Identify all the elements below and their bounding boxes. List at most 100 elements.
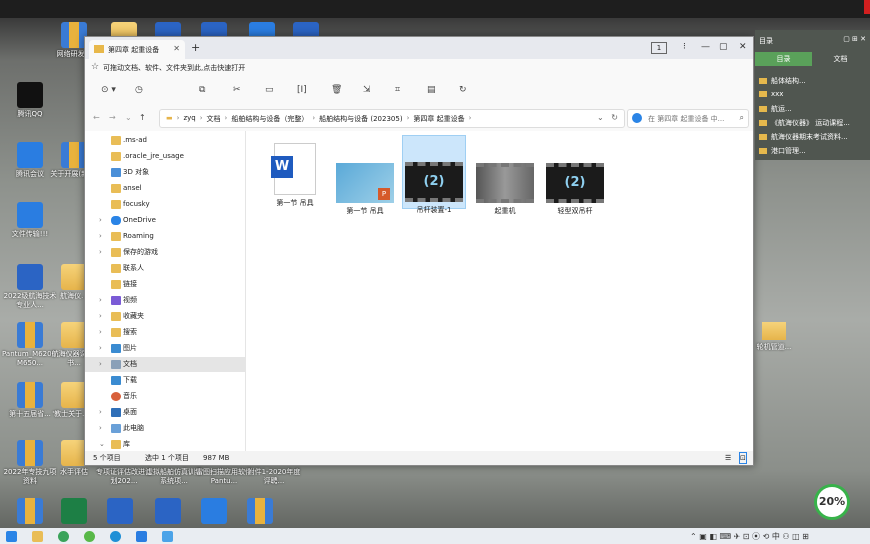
app-icon[interactable] <box>84 531 95 542</box>
sidebar-item[interactable]: 链接 <box>85 277 245 292</box>
search-input[interactable] <box>646 112 738 126</box>
sidebar-item[interactable]: 3D 对象 <box>85 165 245 180</box>
progress-badge[interactable]: 20% <box>814 484 850 520</box>
refresh-icon[interactable]: ↻ <box>459 85 467 95</box>
tab-current-folder[interactable]: 第四章 起重设备 ✕ <box>89 40 185 59</box>
maximize-button[interactable]: ▢ <box>719 42 728 52</box>
cut-icon[interactable]: ✂ <box>233 85 241 95</box>
forward-button[interactable]: → <box>109 113 116 122</box>
file-item[interactable]: (2) 轻型双吊杆 <box>542 139 608 216</box>
browser-icon[interactable] <box>58 531 69 542</box>
sidebar-item[interactable]: › 此电脑 <box>85 421 245 436</box>
panel-item[interactable]: 航海仪器期末考试资料... <box>759 132 848 142</box>
thumbnail-view-icon[interactable]: ⊡ <box>739 452 747 464</box>
item-count: 5 个项目 <box>93 454 121 462</box>
sidebar-item[interactable]: › OneDrive <box>85 213 245 228</box>
file-item[interactable]: W 第一节 吊具 <box>262 139 328 208</box>
more-options-icon[interactable]: ⊙ ▾ <box>101 85 116 95</box>
desktop-icon[interactable]: 文件传输!!! <box>2 202 58 239</box>
panel-item[interactable]: 港口管理... <box>759 146 806 156</box>
meeting-icon <box>17 142 43 168</box>
selected-size: 987 MB <box>203 454 230 462</box>
file-item[interactable]: P 第一节 吊具 <box>332 139 398 216</box>
tab-documents[interactable]: 文档 <box>812 52 869 66</box>
panel-item[interactable]: 航运... <box>759 104 792 114</box>
share-icon[interactable]: ⇲ <box>363 85 371 95</box>
folder-icon: ▬ <box>166 114 173 122</box>
start-icon[interactable] <box>6 531 17 542</box>
panel-item[interactable]: 《航海仪器》 运动课程... <box>759 118 850 128</box>
breadcrumb-item[interactable]: zyq <box>183 114 195 124</box>
sidebar-item[interactable]: focusky <box>85 197 245 212</box>
panel-controls[interactable]: ▢ ⊞ ✕ <box>843 35 866 43</box>
sidebar-item[interactable]: › 搜索 <box>85 325 245 340</box>
file-view: W 第一节 吊具 P 第一节 吊具 (2) 吊杆装置-1 起重机 (2) 轻型双… <box>246 131 753 451</box>
breadcrumb-item[interactable]: 第四章 起重设备 <box>413 114 464 124</box>
address-bar[interactable]: ▬ › zyq › 文档 › 船舶结构与设备（完整） › 船舶结构与设备 (20230… <box>159 109 625 128</box>
delete-icon[interactable]: 🗑 <box>331 85 342 95</box>
sidebar-item-documents[interactable]: › 文档 <box>85 357 245 372</box>
sidebar-item[interactable]: › 图片 <box>85 341 245 356</box>
sidebar-item[interactable]: .ms-ad <box>85 133 245 148</box>
breadcrumb-item[interactable]: 文档 <box>207 114 221 124</box>
new-tab-button[interactable]: + <box>191 41 200 54</box>
settings-icon[interactable]: ⁝ <box>683 42 686 52</box>
sidebar-item[interactable]: › Roaming <box>85 229 245 244</box>
cloud-icon <box>111 216 121 225</box>
excel-icon <box>61 498 87 524</box>
folder-icon <box>111 152 121 161</box>
archive-icon <box>17 382 43 408</box>
panel-item[interactable]: 船体结构... <box>759 76 806 86</box>
sidebar-item[interactable]: › 视频 <box>85 293 245 308</box>
details-view-icon[interactable]: ☰ <box>725 451 731 465</box>
paste-icon[interactable]: ▭ <box>265 85 274 95</box>
breadcrumb-item[interactable]: 船舶结构与设备 (202305) <box>319 114 402 124</box>
sidebar-item[interactable]: › 桌面 <box>85 405 245 420</box>
tray-icons[interactable]: ⌃ ▣ ◧ ⌨ ✈ ⊡ ⦿ ⟲ 中 ⚇ ◫ ⊞ <box>690 531 809 542</box>
breadcrumb: ▬ › zyq › 文档 › 船舶结构与设备（完整） › 船舶结构与设备 (20230… <box>166 114 472 124</box>
desktop-icon[interactable]: 轮机管道... <box>755 322 793 352</box>
folder-icon <box>111 280 121 289</box>
rename-icon[interactable]: [I] <box>297 85 307 95</box>
desktop-icon[interactable]: 虚拟船舶仿真训练系统项... <box>146 468 202 486</box>
up-button[interactable]: ↑ <box>139 113 146 122</box>
file-explorer-icon[interactable] <box>32 531 43 542</box>
sidebar-item[interactable]: 下载 <box>85 373 245 388</box>
close-tab-icon[interactable]: ✕ <box>173 44 180 53</box>
search-icon[interactable]: ⌕ <box>740 113 744 123</box>
folder-icon <box>111 264 121 273</box>
file-item-selected[interactable]: (2) 吊杆装置-1 <box>402 135 466 214</box>
back-button[interactable]: ← <box>93 113 100 122</box>
sidebar-item[interactable]: .oracle_jre_usage <box>85 149 245 164</box>
desktop-icon[interactable]: 腾讯QQ <box>2 82 58 119</box>
sidebar-item[interactable]: ansel <box>85 181 245 196</box>
panel-item[interactable]: xxx <box>759 90 783 98</box>
close-button[interactable]: ✕ <box>739 42 747 52</box>
recent-dropdown[interactable]: ⌄ <box>125 113 132 122</box>
star-icon: ☆ <box>91 62 100 72</box>
desktop-icon[interactable]: 附件1-2020年度评聘... <box>246 468 302 486</box>
history-icon[interactable]: ◷ <box>135 85 143 95</box>
tab-directory[interactable]: 目录 <box>755 52 812 66</box>
edge-icon[interactable] <box>110 531 121 542</box>
file-explorer-window: 第四章 起重设备 ✕ + 1 ⁝ — ▢ ✕ ☆ 可拖动文档、软件、文件夹到此,… <box>84 36 754 466</box>
red-close-marker[interactable] <box>864 0 870 14</box>
sidebar-item[interactable]: 音乐 <box>85 389 245 404</box>
meeting-icon[interactable] <box>136 531 147 542</box>
breadcrumb-item[interactable]: 船舶结构与设备（完整） <box>231 114 308 124</box>
sidebar-item[interactable]: 联系人 <box>85 261 245 276</box>
sidebar-item[interactable]: › 收藏夹 <box>85 309 245 324</box>
copy-icon[interactable]: ⧉ <box>199 85 205 95</box>
desktop-icon[interactable]: 专项证评估改进计划202... <box>96 468 152 486</box>
app-icon[interactable] <box>162 531 173 542</box>
qq-icon <box>17 82 43 108</box>
crop-icon[interactable]: ⌗ <box>395 85 400 95</box>
desktop-icon[interactable] <box>232 498 288 526</box>
minimize-button[interactable]: — <box>701 42 710 52</box>
address-dropdown-refresh[interactable]: ⌄ ↻ <box>597 113 618 122</box>
sidebar-item[interactable]: › 保存的游戏 <box>85 245 245 260</box>
sidebar-item[interactable]: ⌄ 库 <box>85 437 245 451</box>
desktop-icon[interactable]: 雷图扫描应用软件 Pantu... <box>196 468 252 486</box>
file-item[interactable]: 起重机 <box>472 139 538 216</box>
properties-icon[interactable]: ▤ <box>427 85 436 95</box>
